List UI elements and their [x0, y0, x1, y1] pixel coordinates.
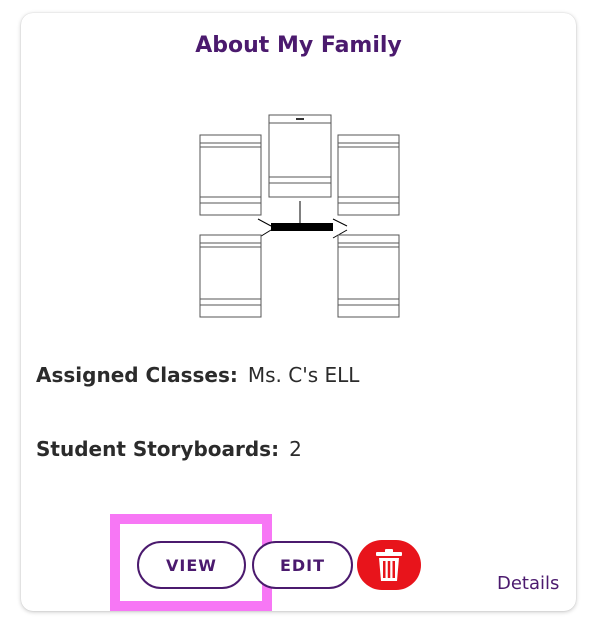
edit-button[interactable]: EDIT	[252, 541, 353, 589]
student-storyboards: Student Storyboards: 2	[36, 437, 302, 461]
trash-icon	[376, 549, 402, 581]
assignment-card: About My Family Assigned Classes: Ms. C'…	[21, 13, 576, 611]
student-storyboards-value: 2	[289, 437, 302, 461]
storyboard-thumbnail[interactable]	[195, 113, 405, 323]
student-storyboards-label: Student Storyboards:	[36, 437, 280, 461]
card-title: About My Family	[195, 33, 402, 58]
view-button[interactable]: VIEW	[137, 541, 246, 589]
delete-button[interactable]	[357, 540, 421, 590]
assigned-classes-value: Ms. C's ELL	[247, 363, 360, 387]
assigned-classes: Assigned Classes: Ms. C's ELL	[36, 363, 359, 387]
details-link[interactable]: Details	[497, 573, 559, 594]
assigned-classes-label: Assigned Classes:	[36, 363, 238, 387]
